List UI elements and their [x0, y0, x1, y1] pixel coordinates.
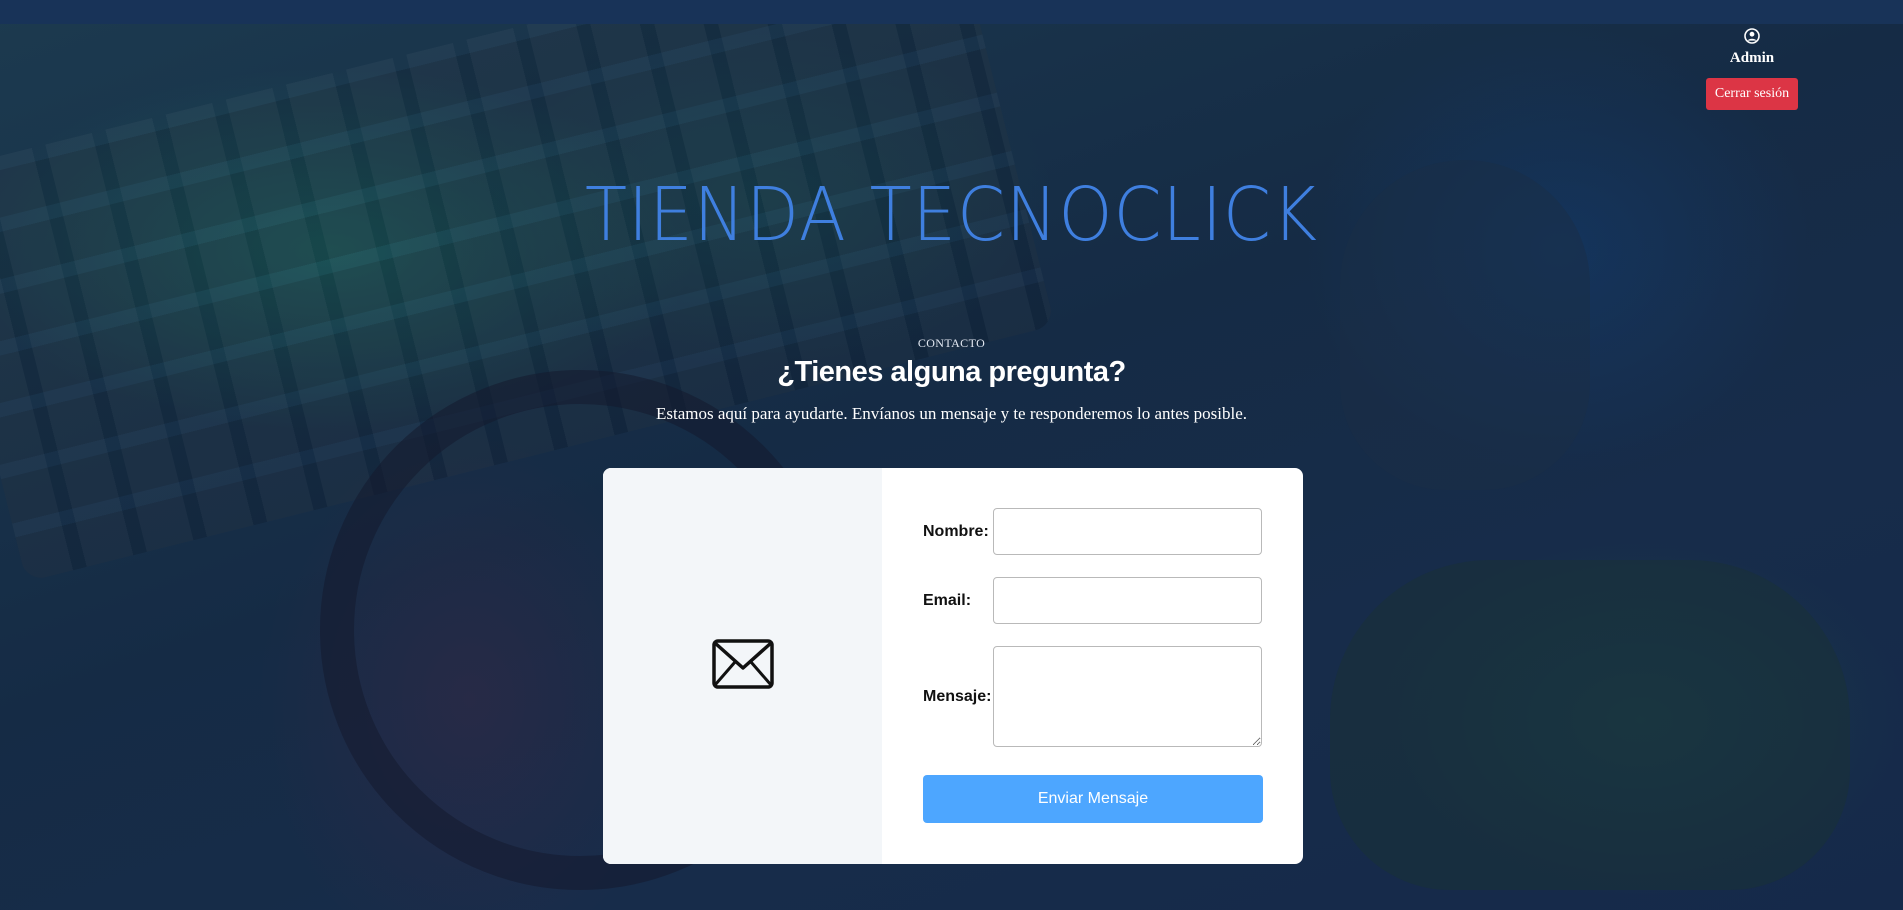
name-field[interactable]	[993, 508, 1262, 555]
card-illustration-panel	[603, 468, 882, 864]
envelope-icon	[711, 638, 774, 694]
email-field[interactable]	[993, 577, 1262, 624]
user-name: Admin	[1729, 50, 1775, 66]
contact-card: Nombre: Email: Mensaje: Enviar Mensaje	[603, 468, 1303, 864]
section-eyebrow: CONTACTO	[917, 336, 986, 350]
user-menu: Admin Cerrar sesión	[1700, 28, 1804, 110]
name-row: Nombre:	[923, 508, 1263, 555]
top-navbar	[0, 0, 1903, 24]
name-label: Nombre:	[923, 522, 989, 540]
logout-button[interactable]: Cerrar sesión	[1705, 78, 1799, 110]
contact-heading: ¿Tienes alguna pregunta?	[777, 356, 1126, 388]
message-row: Mensaje:	[923, 646, 1263, 747]
controller-graphic	[1330, 560, 1850, 890]
email-row: Email:	[923, 577, 1263, 624]
site-title: TIENDA TECNOCLICK	[585, 172, 1318, 258]
email-label: Email:	[923, 591, 972, 609]
message-label: Mensaje:	[923, 687, 992, 705]
message-field[interactable]	[993, 646, 1262, 747]
contact-form: Nombre: Email: Mensaje: Enviar Mensaje	[882, 468, 1303, 864]
contact-lead: Estamos aquí para ayudarte. Envíanos un …	[655, 404, 1248, 423]
user-circle-icon	[1744, 28, 1760, 44]
send-message-button[interactable]: Enviar Mensaje	[923, 775, 1263, 823]
